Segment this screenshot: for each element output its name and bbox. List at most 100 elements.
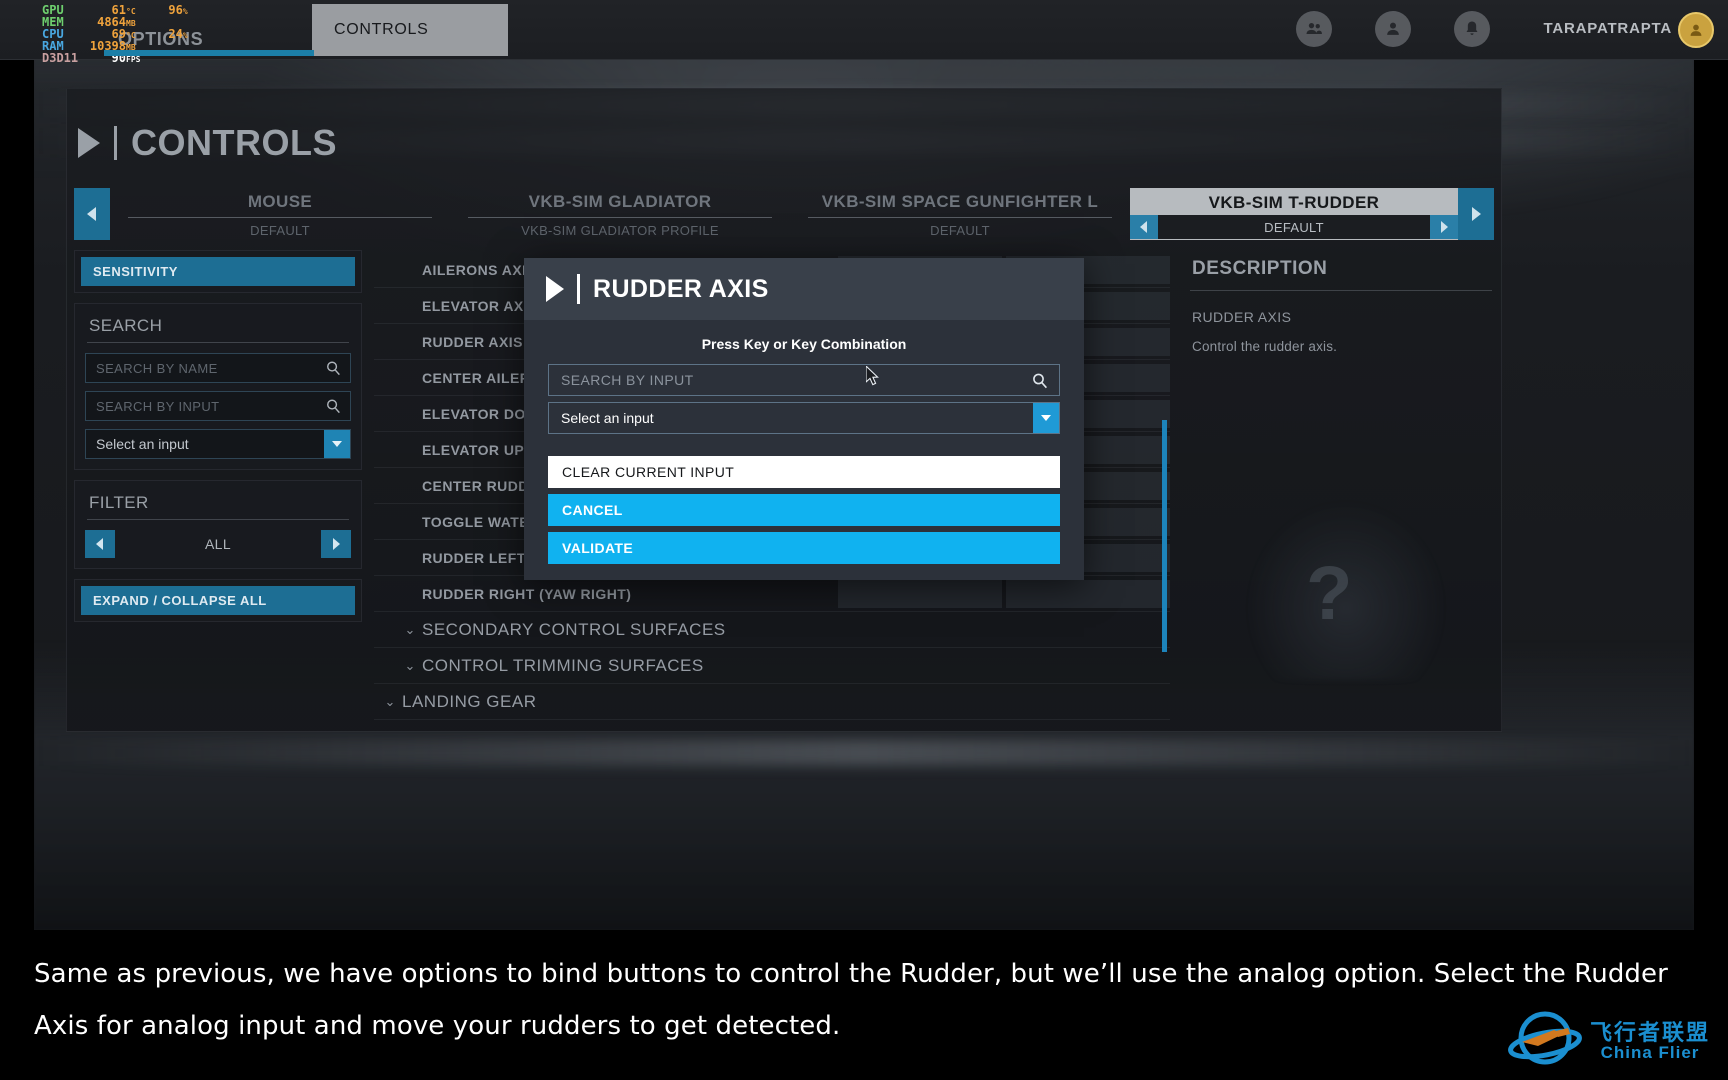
bind-input-modal: RUDDER AXIS Press Key or Key Combination… <box>524 258 1084 580</box>
background-streak <box>34 740 1694 766</box>
sidebar: SENSITIVITY SEARCH SEARCH BY NAME SEARCH… <box>74 250 362 730</box>
device-tab-profile: DEFAULT <box>1264 219 1324 235</box>
watermark-text: 飞行者联盟 China Flier <box>1589 1019 1710 1062</box>
filter-next-button[interactable] <box>321 530 351 558</box>
search-by-name-placeholder: SEARCH BY NAME <box>96 360 218 376</box>
chevron-down-icon[interactable] <box>324 430 350 458</box>
binding-name: ELEVATOR AXIS <box>422 297 538 314</box>
group-row-secondary-control-surfaces[interactable]: ⌄ SECONDARY CONTROL SURFACES <box>374 612 1170 648</box>
device-tab-vkb-sim-t-rudder[interactable]: VKB-SIM T-RUDDER DEFAULT <box>1130 188 1458 240</box>
select-input-dropdown[interactable]: Select an input <box>85 429 351 459</box>
device-tab-profile: DEFAULT <box>250 223 310 238</box>
group-name: SECONDARY CONTROL SURFACES <box>422 619 726 639</box>
chevron-right-icon <box>546 276 564 302</box>
modal-search-input[interactable]: SEARCH BY INPUT <box>548 364 1060 396</box>
filter-divider <box>87 519 349 520</box>
search-icon <box>325 360 342 382</box>
binding-name: AILERONS AXIS <box>422 261 537 278</box>
description-divider <box>1190 290 1492 291</box>
filter-block: FILTER ALL <box>74 480 362 569</box>
china-flier-logo-icon <box>1508 1011 1582 1065</box>
device-tab-mouse[interactable]: MOUSE DEFAULT <box>110 188 450 240</box>
search-icon <box>325 398 342 420</box>
binding-name: RUDDER AXIS <box>422 333 523 350</box>
device-tab-vkb-sim-space-gunfighter-l[interactable]: VKB-SIM SPACE GUNFIGHTER L DEFAULT <box>790 188 1130 240</box>
overlay-fps-bar <box>104 50 314 56</box>
filter-heading: FILTER <box>89 493 149 512</box>
device-tab-profile: DEFAULT <box>930 223 990 238</box>
title-divider <box>114 126 117 160</box>
watermark-cn: 飞行者联盟 <box>1589 1019 1710 1045</box>
table-row[interactable]: RUDDER RIGHT (YAW RIGHT) <box>374 576 1170 612</box>
topbar-icon-group <box>1296 11 1490 47</box>
placeholder-question-mark: ? <box>1306 551 1353 636</box>
filter-prev-button[interactable] <box>85 530 115 558</box>
sensitivity-block: SENSITIVITY <box>74 250 362 293</box>
filter-value: ALL <box>204 536 232 552</box>
list-scrollbar[interactable] <box>1162 420 1167 652</box>
modal-body: Press Key or Key Combination SEARCH BY I… <box>524 320 1084 434</box>
chevron-down-icon[interactable] <box>1033 403 1059 433</box>
group-name: LANDING GEAR <box>402 691 537 711</box>
friends-icon[interactable] <box>1296 11 1332 47</box>
group-row-landing-gear[interactable]: ⌄ LANDING GEAR <box>374 684 1170 720</box>
profile-icon[interactable] <box>1375 11 1411 47</box>
select-input-value: Select an input <box>96 436 189 452</box>
modal-hint: Press Key or Key Combination <box>701 336 907 352</box>
cancel-button[interactable]: CANCEL <box>548 494 1060 526</box>
page-title: CONTROLS <box>78 122 337 164</box>
device-tab-name: VKB-SIM T-RUDDER <box>1208 193 1380 212</box>
sensitivity-button[interactable]: SENSITIVITY <box>81 257 355 286</box>
username-label: TARAPATRAPTA <box>1543 20 1672 37</box>
description-heading: DESCRIPTION <box>1192 258 1328 279</box>
clear-current-input-button[interactable]: CLEAR CURRENT INPUT <box>548 456 1060 488</box>
device-tab-profile: VKB-SIM GLADIATOR PROFILE <box>521 223 719 238</box>
description-text: Control the rudder axis. <box>1192 339 1338 354</box>
device-prev-button[interactable] <box>74 188 110 240</box>
validate-button[interactable]: VALIDATE <box>548 532 1060 564</box>
modal-select-input[interactable]: Select an input <box>548 402 1060 434</box>
chevron-down-icon[interactable]: ⌄ <box>398 622 422 638</box>
binding-name: RUDDER RIGHT (YAW RIGHT) <box>422 585 632 602</box>
device-next-button[interactable] <box>1458 188 1494 240</box>
chevron-down-icon[interactable]: ⌄ <box>378 694 402 710</box>
modal-header: RUDDER AXIS <box>524 258 1084 320</box>
chevron-right-icon <box>78 128 100 158</box>
group-name: CONTROL TRIMMING SURFACES <box>422 655 704 675</box>
binding-slot[interactable] <box>838 579 1002 608</box>
avatar[interactable] <box>1678 12 1714 48</box>
search-divider <box>87 342 349 343</box>
caption-bar: Same as previous, we have options to bin… <box>0 930 1728 1080</box>
device-tab-name: MOUSE <box>247 192 313 211</box>
search-by-name-input[interactable]: SEARCH BY NAME <box>85 353 351 383</box>
search-icon <box>1031 372 1049 395</box>
notifications-icon[interactable] <box>1454 11 1490 47</box>
modal-search-placeholder: SEARCH BY INPUT <box>561 372 694 388</box>
device-tab-vkb-sim-gladiator[interactable]: VKB-SIM GLADIATOR VKB-SIM GLADIATOR PROF… <box>450 188 790 240</box>
binding-slot[interactable] <box>1006 579 1170 608</box>
expand-collapse-block: EXPAND / COLLAPSE ALL <box>74 579 362 622</box>
binding-cells <box>838 579 1170 608</box>
device-profile-selector: DEFAULT <box>1130 215 1458 239</box>
description-panel: DESCRIPTION RUDDER AXIS Control the rudd… <box>1186 250 1496 730</box>
filter-selector: ALL <box>85 530 351 558</box>
profile-prev-button[interactable] <box>1130 215 1158 239</box>
page-title-label: CONTROLS <box>131 122 337 163</box>
device-tabs: MOUSE DEFAULT VKB-SIM GLADIATOR VKB-SIM … <box>110 188 1458 240</box>
device-tab-strip: MOUSE DEFAULT VKB-SIM GLADIATOR VKB-SIM … <box>74 188 1494 240</box>
watermark: 飞行者联盟 China Flier <box>1508 1008 1710 1074</box>
watermark-en: China Flier <box>1600 1042 1700 1062</box>
tab-controls[interactable]: CONTROLS <box>312 4 508 56</box>
profile-next-button[interactable] <box>1430 215 1458 239</box>
expand-collapse-all-button[interactable]: EXPAND / COLLAPSE ALL <box>81 586 355 615</box>
group-row-control-trimming-surfaces[interactable]: ⌄ CONTROL TRIMMING SURFACES <box>374 648 1170 684</box>
search-by-input-input[interactable]: SEARCH BY INPUT <box>85 391 351 421</box>
modal-actions: CLEAR CURRENT INPUT CANCEL VALIDATE <box>548 456 1060 570</box>
modal-title: RUDDER AXIS <box>593 274 769 303</box>
chevron-down-icon[interactable]: ⌄ <box>398 658 422 674</box>
search-heading: SEARCH <box>89 316 163 335</box>
mouse-cursor <box>865 364 882 393</box>
modal-select-value: Select an input <box>561 410 654 426</box>
search-by-input-placeholder: SEARCH BY INPUT <box>96 398 220 414</box>
search-block: SEARCH SEARCH BY NAME SEARCH BY INPUT Se… <box>74 303 362 470</box>
